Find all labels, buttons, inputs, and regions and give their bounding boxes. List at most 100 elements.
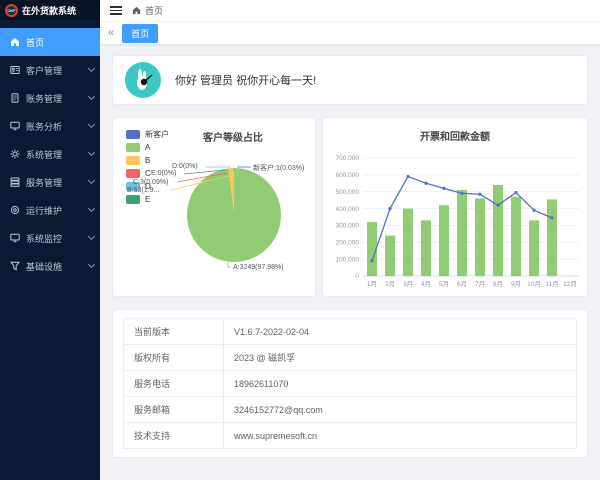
legend-label: A <box>145 143 150 152</box>
info-label: 服务电话 <box>124 371 224 397</box>
sidebar-item-service[interactable]: 服务管理 <box>0 168 100 196</box>
pie-label-d: D:0(0%) <box>172 163 198 170</box>
svg-text:700,000: 700,000 <box>336 155 360 162</box>
sidebar-item-accounting[interactable]: 账务管理 <box>0 84 100 112</box>
svg-text:100,000: 100,000 <box>336 256 360 263</box>
sidebar-item-maintenance[interactable]: 运行维护 <box>0 196 100 224</box>
monitor-icon <box>10 233 20 243</box>
info-value: 3246152772@qq.com <box>224 397 577 423</box>
tab-home[interactable]: 首页 <box>122 24 158 43</box>
info-label: 当前版本 <box>124 319 224 345</box>
infrastructure-icon <box>10 261 20 271</box>
sidebar-item-home[interactable]: 首页 <box>0 28 100 56</box>
legend-swatch <box>126 130 140 139</box>
svg-text:11月: 11月 <box>545 280 558 288</box>
svg-text:1月: 1月 <box>367 280 377 288</box>
hamburger-menu-icon[interactable] <box>110 6 122 15</box>
table-row: 服务电话 18962611070 <box>124 371 577 397</box>
bar-line-chart[interactable]: 0 100,000 200,000 300,000 400,000 500,000 600,… <box>327 144 585 294</box>
chevron-down-icon <box>88 261 95 268</box>
sidebar-item-label: 客户管理 <box>26 64 83 77</box>
pie-chart[interactable] <box>187 168 281 262</box>
sidebar-item-analysis[interactable]: 账务分析 <box>0 112 100 140</box>
home-icon <box>10 37 20 47</box>
info-label: 版权所有 <box>124 345 224 371</box>
svg-text:4月: 4月 <box>421 280 431 288</box>
info-value: 18962611070 <box>224 371 577 397</box>
pie-legend: 新客户ABCDE <box>126 128 169 206</box>
charts-row: 客户等级占比 新客户ABCDE 新客户:1(0.03%) A:3249(97.9… <box>112 117 588 297</box>
pie-chart-title: 客户等级占比 <box>203 129 263 144</box>
table-row: 服务邮箱 3246152772@qq.com <box>124 397 577 423</box>
sidebar-item-label: 首页 <box>26 36 94 49</box>
system-info-table: 当前版本 V1.6.7-2022-02-04 版权所有 2023 @ 磁凯孚 服… <box>123 318 577 449</box>
table-row: 技术支持 www.supremesoft.cn <box>124 423 577 449</box>
page-content: 你好 管理员 祝你开心每一天! 客户等级占比 新客户ABCDE <box>100 45 600 480</box>
legend-item[interactable]: 新客户 <box>126 128 169 141</box>
rabbit-avatar-icon <box>132 68 154 92</box>
svg-text:9月: 9月 <box>511 280 521 288</box>
sidebar-item-label: 系统监控 <box>26 232 83 245</box>
info-value: www.supremesoft.cn <box>224 423 577 449</box>
ledger-icon <box>10 93 20 103</box>
legend-label: B <box>145 156 150 165</box>
svg-text:400,000: 400,000 <box>336 206 360 213</box>
chevron-down-icon <box>88 233 95 240</box>
svg-text:2月: 2月 <box>385 280 395 288</box>
svg-text:6月: 6月 <box>457 280 467 288</box>
sidebar-item-label: 基础设施 <box>26 260 83 273</box>
sidebar: CKF 在外货款系统 首页 客户管理 账务管理 账务分析 <box>0 0 100 480</box>
legend-swatch <box>126 169 140 178</box>
legend-item[interactable]: E <box>126 193 169 206</box>
chevron-down-icon <box>88 205 95 212</box>
chevron-down-icon <box>88 93 95 100</box>
legend-item[interactable]: B <box>126 154 169 167</box>
legend-swatch <box>126 195 140 204</box>
info-label: 技术支持 <box>124 423 224 449</box>
home-icon <box>132 6 141 15</box>
sidebar-item-system[interactable]: 系统管理 <box>0 140 100 168</box>
greeting-card: 你好 管理员 祝你开心每一天! <box>112 55 588 105</box>
svg-text:600,000: 600,000 <box>336 172 360 179</box>
pie-label-c: C:3(0.09%) <box>133 179 168 186</box>
avatar <box>125 62 161 98</box>
app-window: CKF 在外货款系统 首页 客户管理 账务管理 账务分析 <box>0 0 600 480</box>
legend-item[interactable]: A <box>126 141 169 154</box>
table-row: 版权所有 2023 @ 磁凯孚 <box>124 345 577 371</box>
top-header: 首页 <box>100 0 600 22</box>
logo-bar: CKF 在外货款系统 <box>0 0 100 20</box>
legend-label: 新客户 <box>145 129 169 140</box>
svg-text:3月: 3月 <box>403 280 413 288</box>
breadcrumb[interactable]: 首页 <box>132 4 163 17</box>
pie-label-a: A:3249(97.98%) <box>233 264 284 271</box>
customer-icon <box>10 65 20 75</box>
app-title: 在外货款系统 <box>22 4 76 17</box>
svg-text:500,000: 500,000 <box>336 189 360 196</box>
sidebar-item-label: 账务管理 <box>26 92 83 105</box>
svg-text:0: 0 <box>355 273 359 280</box>
bar-chart-card: 开票和回款金额 0100,000200,000300,000400,000500… <box>322 117 588 297</box>
tab-scroll-left-icon[interactable]: « <box>108 28 114 39</box>
sidebar-item-infrastructure[interactable]: 基础设施 <box>0 252 100 280</box>
info-label: 服务邮箱 <box>124 397 224 423</box>
sidebar-item-customers[interactable]: 客户管理 <box>0 56 100 84</box>
svg-text:5月: 5月 <box>439 280 449 288</box>
legend-swatch <box>126 156 140 165</box>
chevron-down-icon <box>88 149 95 156</box>
pie-label-b: B:63(1.9... <box>127 187 159 194</box>
sidebar-item-monitor[interactable]: 系统监控 <box>0 224 100 252</box>
app-logo-icon: CKF <box>5 4 18 17</box>
svg-text:12月: 12月 <box>563 280 577 288</box>
table-row: 当前版本 V1.6.7-2022-02-04 <box>124 319 577 345</box>
gear-icon <box>10 149 20 159</box>
chevron-down-icon <box>88 65 95 72</box>
sidebar-menu: 首页 客户管理 账务管理 账务分析 系统管理 <box>0 20 100 280</box>
analysis-icon <box>10 121 20 131</box>
svg-text:300,000: 300,000 <box>336 223 360 230</box>
svg-text:200,000: 200,000 <box>336 239 360 246</box>
svg-text:8月: 8月 <box>493 280 503 288</box>
greeting-text: 你好 管理员 祝你开心每一天! <box>175 72 316 88</box>
legend-label: E <box>145 195 150 204</box>
sidebar-item-label: 运行维护 <box>26 204 83 217</box>
main-column: 首页 « 首页 你好 管理员 祝你开心每一天! <box>100 0 600 480</box>
